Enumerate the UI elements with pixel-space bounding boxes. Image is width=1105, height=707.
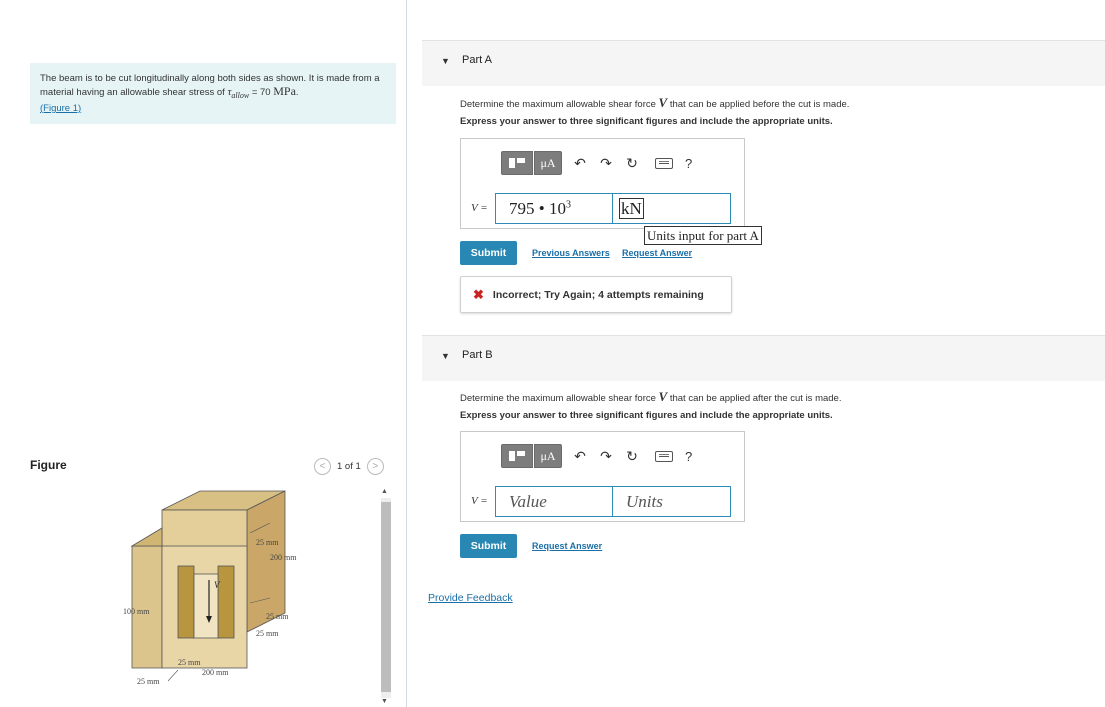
part-a-header[interactable]: ▼ Part A xyxy=(422,40,1105,86)
redo-icon[interactable]: ↷ xyxy=(595,151,617,175)
provide-feedback-link[interactable]: Provide Feedback xyxy=(428,592,513,604)
math-toolbar: μA ↶ ↷ ↻ ? xyxy=(501,444,692,468)
part-b-question: Determine the maximum allowable shear fo… xyxy=(460,389,842,404)
scroll-thumb[interactable] xyxy=(381,502,391,692)
dim-25mm-left: 25 mm xyxy=(137,677,160,686)
prev-figure-button[interactable]: < xyxy=(314,458,331,475)
part-a-units-input[interactable]: kN xyxy=(612,193,731,224)
help-icon[interactable]: ? xyxy=(685,156,692,171)
part-a-question: Determine the maximum allowable shear fo… xyxy=(460,95,850,110)
dim-200mm-bottom: 200 mm xyxy=(202,668,229,677)
cut-slot-right xyxy=(217,565,235,639)
part-a-instruction: Express your answer to three significant… xyxy=(460,116,833,127)
part-b-var-label: V = xyxy=(471,495,488,507)
undo-icon[interactable]: ↶ xyxy=(569,444,591,468)
part-b-value-input[interactable]: Value xyxy=(495,486,613,517)
incorrect-icon: ✖ xyxy=(473,286,484,302)
tau-unit: MPa xyxy=(273,84,296,98)
beam-figure: V 25 mm 200 mm 25 mm 25 mm 100 mm 25 mm … xyxy=(123,490,297,686)
dim-25mm-mid: 25 mm xyxy=(266,612,289,621)
pager-text: 1 of 1 xyxy=(337,461,361,472)
dim-25mm-low: 25 mm xyxy=(256,629,279,638)
part-b-units-input[interactable]: Units xyxy=(612,486,731,517)
dim-25mm-bottom: 25 mm xyxy=(178,658,201,667)
keyboard-icon[interactable] xyxy=(655,450,673,462)
problem-text-after: . xyxy=(295,87,299,98)
next-figure-button[interactable]: > xyxy=(366,458,384,475)
undo-icon[interactable]: ↶ xyxy=(569,151,591,175)
templates-button[interactable] xyxy=(501,151,533,175)
math-toolbar: μA ↶ ↷ ↻ ? xyxy=(501,151,692,175)
figure-link[interactable]: (Figure 1) xyxy=(40,102,386,115)
part-b-submit-button[interactable]: Submit xyxy=(460,534,517,558)
collapse-icon: ▼ xyxy=(441,56,450,66)
part-b-instruction: Express your answer to three significant… xyxy=(460,410,833,421)
problem-statement: The beam is to be cut longitudinally alo… xyxy=(30,63,396,124)
previous-answers-link[interactable]: Previous Answers xyxy=(532,248,610,258)
part-a-value-input[interactable]: 795 • 103 xyxy=(495,193,613,224)
dim-200mm-right: 200 mm xyxy=(270,553,297,562)
redo-icon[interactable]: ↷ xyxy=(595,444,617,468)
figure-title: Figure xyxy=(30,458,67,472)
tau-value: = 70 xyxy=(249,87,274,98)
collapse-icon: ▼ xyxy=(441,351,450,361)
templates-button[interactable] xyxy=(501,444,533,468)
part-a-feedback: ✖ Incorrect; Try Again; 4 attempts remai… xyxy=(460,276,732,313)
part-b-header[interactable]: ▼ Part B xyxy=(422,335,1105,381)
help-icon[interactable]: ? xyxy=(685,449,692,464)
dim-100mm: 100 mm xyxy=(123,607,150,616)
keyboard-icon[interactable] xyxy=(655,157,673,169)
units-button[interactable]: μA xyxy=(534,151,562,175)
part-b-answer-box: μA ↶ ↷ ↻ ? V = Value Units xyxy=(460,431,745,522)
part-a-submit-button[interactable]: Submit xyxy=(460,241,517,265)
units-tooltip: Units input for part A xyxy=(644,226,762,245)
part-a-title: Part A xyxy=(462,54,492,66)
part-b-request-answer-link[interactable]: Request Answer xyxy=(532,541,602,551)
part-a-answer-box: μA ↶ ↷ ↻ ? V = 795 • 103 kN xyxy=(460,138,745,229)
part-b-title: Part B xyxy=(462,349,493,361)
scroll-down-icon[interactable]: ▼ xyxy=(381,698,388,705)
column-divider xyxy=(406,0,407,707)
reset-icon[interactable]: ↻ xyxy=(621,444,643,468)
dim-25mm-top: 25 mm xyxy=(256,538,279,547)
figure-scrollbar[interactable]: ▲ ▼ xyxy=(378,488,394,707)
scroll-up-icon[interactable]: ▲ xyxy=(381,488,388,495)
units-button[interactable]: μA xyxy=(534,444,562,468)
part-a-request-answer-link[interactable]: Request Answer xyxy=(622,248,692,258)
figure-pager: < 1 of 1 > xyxy=(314,458,384,475)
part-a-var-label: V = xyxy=(471,202,488,214)
cut-slot-left xyxy=(177,565,195,639)
reset-icon[interactable]: ↻ xyxy=(621,151,643,175)
tau-subscript: allow xyxy=(231,90,250,100)
problem-text-before: The beam is to be cut longitudinally alo… xyxy=(40,73,380,98)
